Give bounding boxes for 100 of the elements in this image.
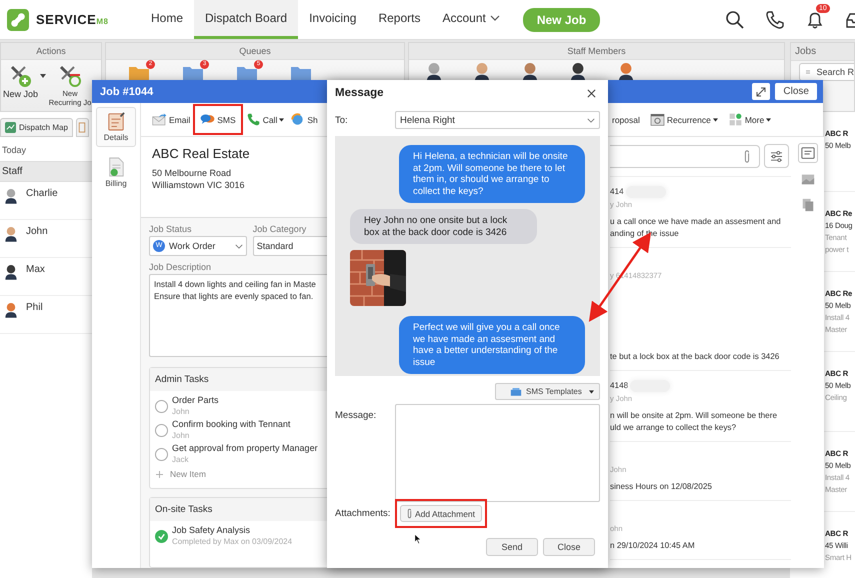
task-title: Job Safety Analysis: [172, 525, 252, 536]
category-select[interactable]: Standard: [252, 236, 328, 256]
new-item-button[interactable]: New Item: [150, 466, 328, 482]
map-icon: [5, 122, 16, 133]
task-checkbox[interactable]: [155, 530, 168, 542]
expand-icon: [756, 86, 766, 96]
dialog-button[interactable]: Close: [543, 538, 595, 556]
window-title: Job #1044: [100, 86, 154, 98]
tools-repeat-icon: [58, 64, 82, 88]
chevron-icon: [490, 15, 500, 21]
section-header: Queues: [106, 43, 404, 60]
field-label: Job Description: [149, 262, 212, 272]
logo-text: SERVICEM8: [36, 12, 108, 27]
phone-icon: [246, 113, 261, 126]
folder-icon[interactable]: [182, 64, 204, 82]
entry-text: te but a lock box at the back door code is 3426: [610, 351, 780, 363]
search-field[interactable]: [610, 144, 760, 168]
side-tab[interactable]: Details: [96, 107, 136, 147]
chevron-icon: [587, 118, 595, 122]
message-field[interactable]: [395, 404, 600, 502]
filter-button[interactable]: [764, 144, 789, 168]
toolbar-button[interactable]: Email: [149, 107, 194, 132]
field-label: Job Category: [252, 224, 308, 234]
sent-message: Perfect we will give you a call once we have made an assesment and have a better understanding of the issue: [399, 316, 585, 374]
grid-icon: [728, 113, 743, 126]
search-field[interactable]: Search R: [799, 63, 854, 81]
folder-icon[interactable]: [236, 64, 258, 82]
toolbar-button[interactable]: More: [724, 107, 774, 132]
description-field[interactable]: Install 4 down lights and ceiling fan in Maste Ensure that lights are evenly spaced to fan.: [149, 274, 328, 357]
document-icon: [78, 122, 86, 133]
folder-icon[interactable]: [128, 64, 150, 82]
toolbar-button[interactable]: Sh: [287, 107, 321, 132]
nav-tab[interactable]: Invoicing: [298, 0, 368, 39]
recipient-select[interactable]: Helena Right: [395, 111, 600, 129]
plus-icon: [156, 470, 163, 478]
staff-name[interactable]: Charlie: [26, 188, 58, 199]
folder-icon: [510, 387, 522, 396]
field-label: Job Status: [149, 224, 193, 234]
caret-icon: [589, 390, 594, 394]
toolbar-button[interactable]: SMS: [193, 104, 243, 135]
nav-tab[interactable]: Reports: [367, 0, 432, 39]
cursor-icon: [414, 533, 422, 545]
phone-icon[interactable]: [765, 10, 785, 30]
entry-text: u a call once we have made an assesment and: [610, 216, 782, 228]
entry-heading: 4148: [610, 380, 628, 392]
entry-text: n 29/10/2024 10:45 AM: [610, 540, 696, 552]
client-name: ABC Real Estate: [152, 146, 251, 161]
close-button[interactable]: Close: [775, 83, 817, 100]
new-job-action[interactable]: New Job: [3, 64, 38, 99]
note-icon[interactable]: [798, 143, 818, 163]
paperclip-icon[interactable]: [743, 148, 751, 164]
toolbar-button[interactable]: Call: [242, 107, 288, 132]
caret-icon: [712, 118, 718, 122]
check-icon: [157, 532, 166, 540]
task-checkbox[interactable]: [155, 424, 168, 436]
dialog-title: Message: [335, 87, 384, 99]
sliders-icon: [770, 150, 783, 162]
staff-name[interactable]: Max: [26, 264, 45, 275]
sms-templates-button[interactable]: SMS Templates: [495, 383, 600, 400]
task-assignee: John: [172, 406, 190, 417]
caret-icon: [279, 118, 284, 122]
calendar-tab[interactable]: [76, 118, 89, 137]
nav-tab[interactable]: Home: [140, 0, 194, 39]
staff-name[interactable]: Phil: [26, 302, 43, 313]
dialog-button[interactable]: Send: [486, 538, 538, 556]
side-tab[interactable]: Billing: [96, 153, 136, 193]
add-attachment-button[interactable]: Add Attachment: [400, 505, 482, 522]
staff-name[interactable]: John: [26, 226, 48, 237]
address-line: Williamstown VIC 3016: [152, 179, 246, 191]
paperclip-icon: [406, 508, 413, 519]
logo-icon: [7, 8, 29, 30]
task-checkbox[interactable]: [155, 448, 168, 460]
expand-button[interactable]: [752, 83, 770, 100]
calendar-icon: [650, 113, 665, 126]
document-icon: [107, 157, 125, 177]
task-checkbox[interactable]: [155, 400, 168, 412]
entry-text: uld we arrange to collect the keys?: [610, 422, 738, 434]
globe-icon: [290, 113, 306, 126]
nav-tab[interactable]: Dispatch Board: [194, 0, 298, 39]
folder-icon[interactable]: [290, 64, 312, 82]
staff-header: Staff: [0, 161, 92, 182]
close-icon[interactable]: [587, 88, 596, 98]
task-title: Confirm booking with Tennant: [172, 419, 290, 430]
task-group-header: Admin Tasks: [150, 368, 328, 391]
section-header: Actions: [1, 43, 101, 60]
clipboard-icon: [107, 111, 125, 131]
address-line: 50 Melbourne Road: [152, 167, 232, 179]
toolbar-button[interactable]: Recurrence: [646, 107, 721, 132]
envelope-icon: [152, 113, 167, 126]
field-label: Message:: [335, 410, 378, 421]
caret-icon[interactable]: [40, 74, 46, 78]
task-assignee: Jack: [172, 454, 190, 465]
task-title: Order Parts: [172, 395, 219, 406]
toolbar-button[interactable]: roposal: [609, 108, 643, 130]
sent-message: Hi Helena, a technician will be onsite at 2pm. Will someone be there to let them in, or should we arrange to collect the keys?: [399, 145, 585, 203]
account-menu[interactable]: Account: [431, 0, 511, 39]
search-icon[interactable]: [725, 10, 745, 30]
caret-icon: [766, 118, 772, 122]
dispatch-map-tab[interactable]: Dispatch Map: [0, 118, 73, 137]
entry-text: siness Hours on 12/08/2025: [610, 481, 713, 493]
